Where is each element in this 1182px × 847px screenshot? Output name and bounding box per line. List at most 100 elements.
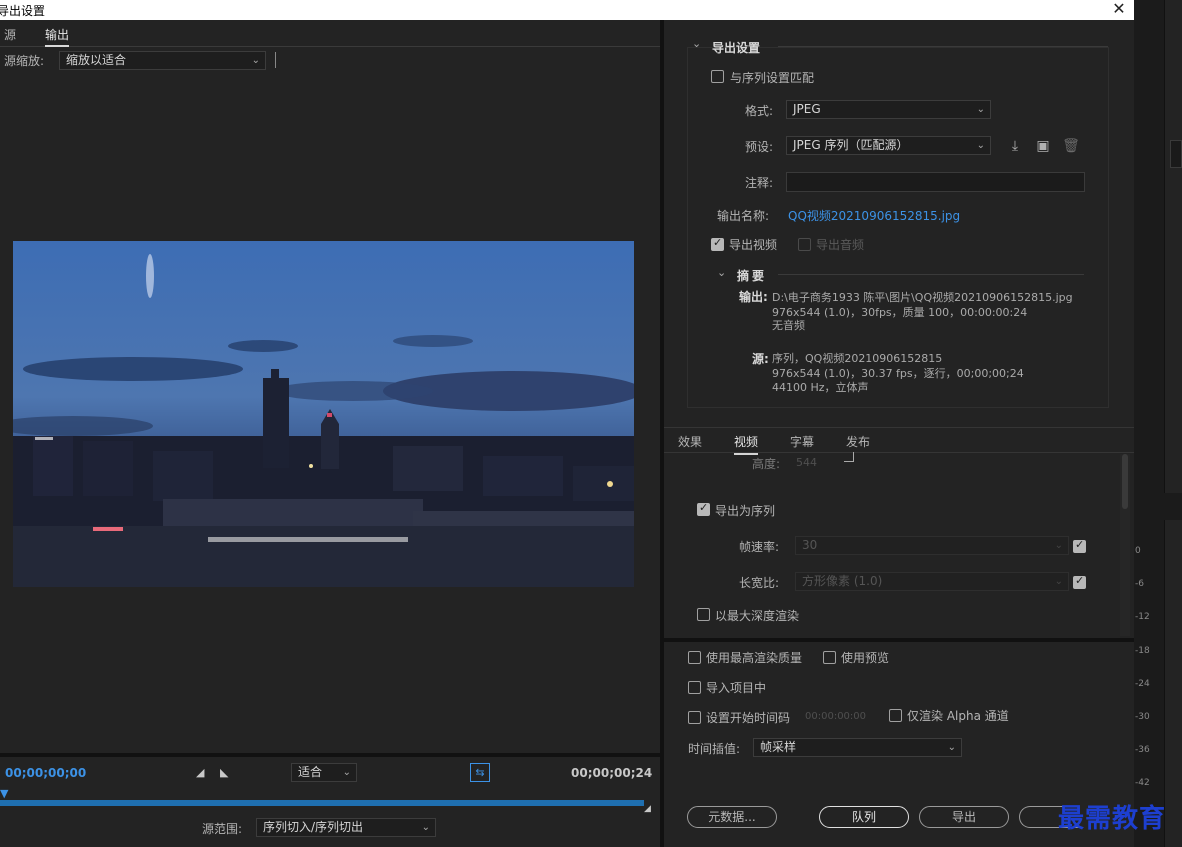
alpha-only-label: 仅渲染 Alpha 通道 — [907, 709, 1009, 723]
meter-tick: -42 — [1135, 778, 1150, 788]
output-name-link[interactable]: QQ视频20210906152815.jpg — [788, 207, 960, 224]
delete-preset-icon[interactable]: 🗑 — [1062, 137, 1080, 155]
export-audio-label: 导出音频 — [816, 238, 865, 252]
timeline-progress[interactable] — [0, 800, 644, 806]
match-sequence-checkbox[interactable] — [711, 70, 724, 83]
export-settings-title: 导出设置 — [712, 41, 761, 55]
mark-in-icon[interactable]: ◢ — [196, 766, 204, 779]
divider — [778, 274, 1084, 275]
meter-tick: -12 — [1135, 612, 1150, 622]
comment-input[interactable] — [786, 172, 1085, 192]
summary-title: 摘要 — [737, 269, 768, 283]
preset-label: 预设: — [745, 140, 774, 154]
tab-effects[interactable]: 效果 — [678, 433, 702, 450]
max-quality-checkbox[interactable] — [688, 651, 701, 664]
tab-source[interactable]: 源 — [4, 26, 16, 43]
source-zoom-select[interactable]: 缩放以适合 ⌄ — [59, 51, 266, 70]
use-previews-label: 使用预览 — [841, 651, 890, 665]
timecode-current[interactable]: 00;00;00;00 — [5, 766, 86, 780]
format-label: 格式: — [745, 104, 774, 118]
chevron-down-icon: ⌄ — [342, 767, 351, 778]
preset-select[interactable]: JPEG 序列（匹配源） ⌄ — [786, 136, 991, 155]
max-depth-checkbox[interactable] — [697, 608, 710, 621]
aspect-value: 方形像素 (1.0) — [802, 574, 883, 588]
summary-source-name: 序列，QQ视频20210906152815 — [772, 352, 943, 365]
tab-captions[interactable]: 字幕 — [790, 433, 814, 450]
comment-label: 注释: — [745, 176, 774, 190]
chevron-down-icon: ⌄ — [976, 140, 985, 151]
export-video-checkbox[interactable] — [711, 236, 724, 251]
export-button[interactable]: 导出 — [919, 806, 1009, 828]
output-name-label: 输出名称: — [717, 209, 770, 223]
aspect-select[interactable]: 方形像素 (1.0) ⌄ — [795, 572, 1069, 591]
source-zoom-value: 缩放以适合 — [66, 53, 127, 67]
framerate-match-checkbox[interactable] — [1073, 538, 1086, 553]
meter-tick: -36 — [1135, 745, 1150, 755]
export-video-label: 导出视频 — [729, 238, 778, 252]
use-previews-checkbox[interactable] — [823, 651, 836, 664]
meter-tick: -6 — [1135, 579, 1144, 589]
height-label: 高度: — [752, 457, 781, 471]
interp-select[interactable]: 帧采样 ⌄ — [753, 738, 962, 757]
interp-label: 时间插值: — [688, 742, 741, 756]
export-audio-checkbox[interactable] — [798, 238, 811, 251]
chevron-down-icon: ⌄ — [976, 104, 985, 115]
settings-tabs: 效果 视频 字幕 发布 — [664, 427, 1134, 455]
chevron-down-icon: ⌄ — [421, 822, 430, 833]
summary-output-specs: 976x544 (1.0)，30fps，质量 100，00:00:00:24 — [772, 306, 1028, 319]
source-range-value: 序列切入/序列切出 — [263, 820, 364, 834]
chevron-down-icon[interactable]: ⌄ — [717, 266, 726, 279]
panel-divider[interactable] — [664, 638, 1134, 642]
framerate-label: 帧速率: — [739, 540, 780, 554]
mark-out-icon[interactable]: ◣ — [220, 766, 228, 779]
aspect-match-checkbox[interactable] — [1073, 574, 1086, 589]
settings-scrollbar[interactable] — [1120, 454, 1130, 636]
start-timecode-checkbox[interactable] — [688, 711, 701, 724]
source-output-tabs: 源 输出 — [0, 23, 660, 47]
aspect-label: 长宽比: — [739, 576, 780, 590]
source-range-select[interactable]: 序列切入/序列切出 ⌄ — [256, 818, 436, 837]
export-as-sequence-label: 导出为序列 — [715, 504, 776, 518]
format-select[interactable]: JPEG ⌄ — [786, 100, 991, 119]
import-project-label: 导入项目中 — [706, 681, 767, 695]
export-as-sequence-checkbox[interactable] — [697, 501, 710, 516]
playhead-icon[interactable]: ▼ — [0, 787, 8, 800]
window-titlebar: 导出设置 ✕ — [0, 0, 1134, 20]
summary-output-path: D:\电子商务1933 陈平\图片\QQ视频20210906152815.jpg — [772, 291, 1073, 304]
chevron-down-icon: ⌄ — [1054, 540, 1063, 551]
preview-image — [13, 241, 634, 587]
chevron-down-icon: ⌄ — [1054, 576, 1063, 587]
framerate-select[interactable]: 30 ⌄ — [795, 536, 1069, 555]
chevron-down-icon[interactable]: ⌄ — [692, 37, 701, 50]
close-icon[interactable]: ✕ — [1108, 0, 1130, 20]
fit-value: 适合 — [298, 765, 323, 779]
chevron-down-icon: ⌄ — [947, 742, 956, 753]
meter-tick: 0 — [1135, 546, 1141, 556]
out-point-icon[interactable]: ◢ — [644, 804, 651, 814]
summary-source-label: 源: — [752, 352, 769, 366]
save-preset-icon[interactable]: ⤓ — [1006, 137, 1024, 155]
meter-tick: -18 — [1135, 646, 1150, 656]
aspect-toggle-icon[interactable]: ⇆ — [470, 763, 490, 782]
divider — [778, 46, 1108, 47]
meter-tick: -30 — [1135, 712, 1150, 722]
scrollbar-thumb[interactable] — [1122, 454, 1128, 509]
alpha-only-checkbox[interactable] — [889, 709, 902, 722]
queue-button[interactable]: 队列 — [819, 806, 909, 828]
metadata-button[interactable]: 元数据... — [687, 806, 777, 828]
preset-value: JPEG 序列（匹配源） — [793, 138, 909, 152]
start-timecode-value[interactable]: 00:00:00:00 — [805, 711, 866, 722]
import-project-checkbox[interactable] — [688, 681, 701, 694]
tab-output[interactable]: 输出 — [45, 26, 70, 47]
watermark-logo: 最需教育 — [1058, 804, 1167, 834]
fit-select[interactable]: 适合 ⌄ — [291, 763, 357, 782]
meter-tick: -24 — [1135, 679, 1150, 689]
source-zoom-label: 源缩放: — [4, 54, 45, 68]
source-range-label: 源范围: — [202, 822, 243, 836]
tab-publish[interactable]: 发布 — [846, 433, 870, 450]
height-value: 544 — [796, 456, 817, 469]
tab-video[interactable]: 视频 — [734, 433, 759, 455]
import-preset-icon[interactable]: ▣ — [1034, 137, 1052, 155]
framerate-value: 30 — [802, 538, 818, 552]
summary-output-label: 输出: — [739, 290, 768, 304]
